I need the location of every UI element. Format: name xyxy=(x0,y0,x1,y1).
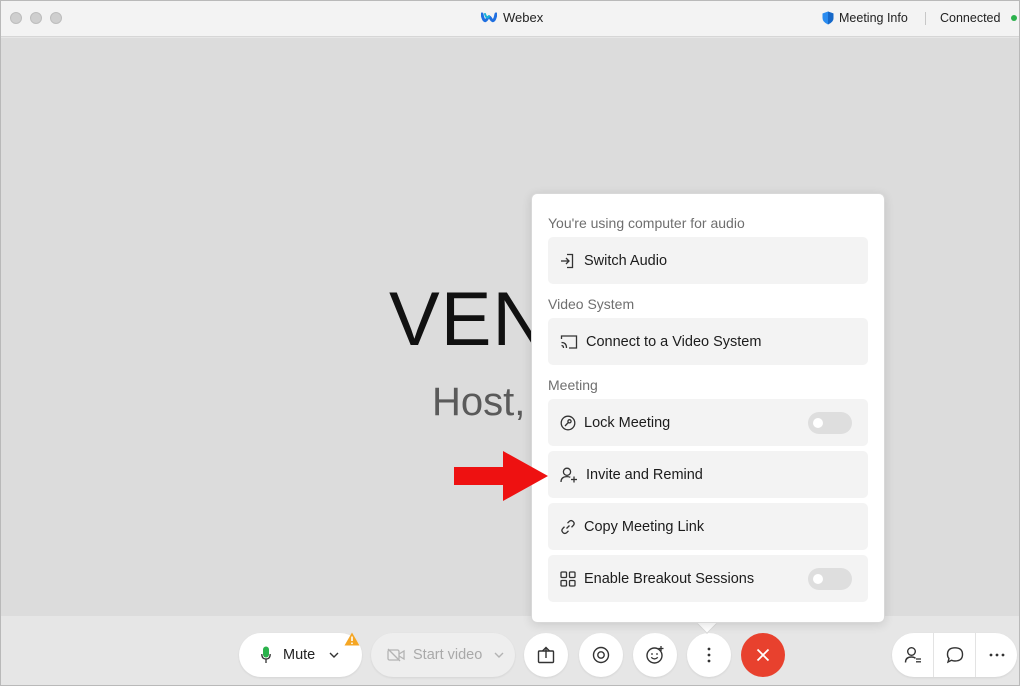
mute-label: Mute xyxy=(283,647,316,663)
cast-icon xyxy=(560,334,578,349)
meeting-section-label: Meeting xyxy=(548,377,598,393)
invite-and-remind-label: Invite and Remind xyxy=(586,466,703,483)
lock-meeting-item[interactable]: Lock Meeting xyxy=(548,399,868,446)
close-window-button[interactable] xyxy=(10,12,22,24)
breakout-icon xyxy=(560,570,576,587)
copy-meeting-link-label: Copy Meeting Link xyxy=(584,518,705,535)
connect-video-system-item[interactable]: Connect to a Video System xyxy=(548,318,868,365)
more-icon xyxy=(707,647,711,663)
control-bar: Mute Start video xyxy=(1,616,1019,685)
webex-logo-icon xyxy=(481,12,497,22)
reactions-icon xyxy=(646,646,664,664)
chevron-down-icon[interactable] xyxy=(494,652,504,658)
participant-name: VEN xyxy=(389,277,549,362)
app-title-text: Webex xyxy=(503,10,544,25)
record-button[interactable] xyxy=(579,633,623,677)
zoom-window-button[interactable] xyxy=(50,12,62,24)
chevron-down-icon[interactable] xyxy=(329,652,339,658)
participant-role: Host, xyxy=(432,380,526,424)
warning-icon xyxy=(344,632,360,646)
end-call-button[interactable] xyxy=(741,633,785,677)
switch-audio-label: Switch Audio xyxy=(584,252,668,269)
enable-breakout-sessions-item[interactable]: Enable Breakout Sessions xyxy=(548,555,868,602)
reactions-button[interactable] xyxy=(633,633,677,677)
switch-audio-icon xyxy=(561,253,574,268)
chat-button[interactable] xyxy=(934,633,976,677)
switch-audio-item[interactable]: Switch Audio xyxy=(548,237,868,284)
audio-section-label: You're using computer for audio xyxy=(548,215,745,231)
video-camera-icon xyxy=(387,648,405,662)
connection-status-dot xyxy=(1011,15,1017,21)
chat-icon xyxy=(946,647,963,664)
title-divider xyxy=(925,12,926,25)
more-options-menu: You're using computer for audio Switch A… xyxy=(531,193,885,623)
microphone-icon xyxy=(261,646,271,663)
panel-buttons-group xyxy=(892,633,1017,677)
meeting-info-button[interactable]: Meeting Info xyxy=(822,11,908,25)
link-icon xyxy=(561,519,575,534)
annotation-arrow-icon xyxy=(454,451,548,501)
share-button[interactable] xyxy=(524,633,568,677)
lock-meeting-toggle[interactable] xyxy=(808,412,852,434)
connect-video-system-label: Connect to a Video System xyxy=(586,333,762,350)
meeting-info-label: Meeting Info xyxy=(839,11,908,25)
breakout-toggle[interactable] xyxy=(808,568,852,590)
app-title: Webex xyxy=(481,10,543,25)
share-icon xyxy=(537,646,555,664)
webex-window: Webex Meeting Info Connected VEN Host, M… xyxy=(0,0,1020,686)
more-horizontal-icon xyxy=(989,653,1004,657)
record-icon xyxy=(592,646,610,664)
start-video-label: Start video xyxy=(413,647,483,663)
toggle-knob xyxy=(813,418,823,428)
copy-meeting-link-item[interactable]: Copy Meeting Link xyxy=(548,503,868,550)
enable-breakout-sessions-label: Enable Breakout Sessions xyxy=(584,570,755,587)
video-section-label: Video System xyxy=(548,296,635,312)
lock-meeting-label: Lock Meeting xyxy=(584,414,671,431)
start-video-button[interactable]: Start video xyxy=(371,633,515,677)
title-bar: Webex Meeting Info Connected xyxy=(1,1,1019,37)
participants-icon xyxy=(904,647,921,663)
participants-button[interactable] xyxy=(892,633,934,677)
lock-icon xyxy=(560,415,576,430)
add-person-icon xyxy=(560,467,577,482)
toggle-knob xyxy=(813,574,823,584)
shield-icon xyxy=(822,11,834,25)
minimize-window-button[interactable] xyxy=(30,12,42,24)
end-call-icon xyxy=(756,648,770,662)
invite-and-remind-item[interactable]: Invite and Remind xyxy=(548,451,868,498)
connection-status: Connected xyxy=(940,11,1001,25)
more-options-button[interactable] xyxy=(687,633,731,677)
more-panels-button[interactable] xyxy=(976,633,1017,677)
